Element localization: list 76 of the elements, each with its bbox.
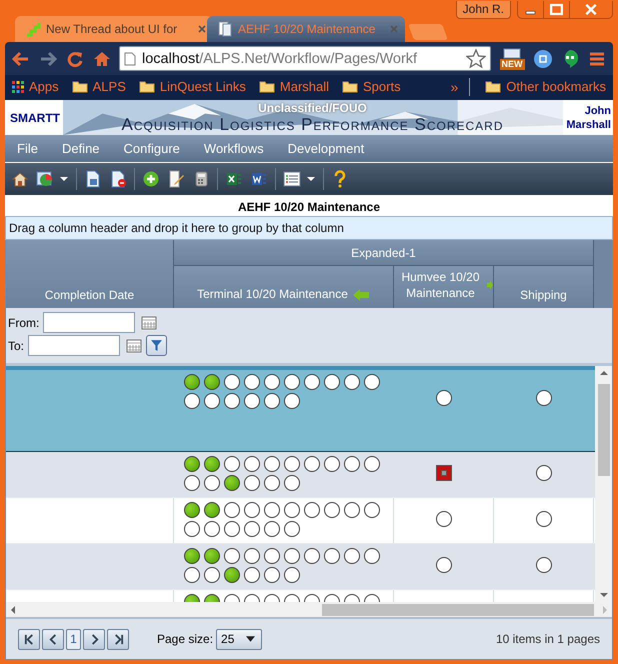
table-row[interactable] — [6, 370, 595, 452]
filter-button[interactable] — [146, 335, 168, 356]
delete-document-icon[interactable] — [109, 170, 127, 188]
pie-chart-icon[interactable] — [36, 170, 54, 188]
next-page-button[interactable] — [83, 628, 105, 650]
star-icon[interactable] — [466, 48, 486, 68]
folder-icon — [72, 80, 88, 93]
address-bar[interactable]: localhost/ALPS.Net/Workflow/Pages/Workf — [119, 46, 491, 71]
last-page-icon — [112, 634, 124, 644]
menu-item[interactable]: File — [17, 141, 38, 156]
add-icon[interactable] — [142, 170, 160, 188]
bookmark-link[interactable]: ALPS — [92, 79, 126, 94]
column-header[interactable]: Completion Date — [6, 240, 174, 308]
menu-item[interactable]: Define — [62, 141, 100, 156]
steps-icon — [25, 21, 41, 37]
scroll-down-icon[interactable] — [600, 592, 608, 598]
first-page-button[interactable] — [18, 628, 40, 650]
url-text: localhost/ALPS.Net/Workflow/Pages/Workf — [142, 50, 418, 66]
command-icon[interactable] — [533, 48, 553, 68]
column-header[interactable]: Shipping — [494, 266, 594, 308]
profile-button[interactable]: John R. — [456, 1, 511, 19]
classification-label: Unclassified/FOUO — [258, 102, 367, 115]
bookmark-link[interactable]: Sports — [363, 79, 401, 94]
filter-icon — [150, 339, 164, 352]
column-header[interactable]: Humvee 10/20 Maintenance — [394, 266, 494, 308]
last-page-button[interactable] — [107, 628, 129, 650]
page-size-dropdown[interactable]: 25 — [216, 628, 262, 650]
first-page-icon — [24, 634, 34, 644]
scroll-up-icon[interactable] — [600, 370, 608, 376]
document-icon — [217, 21, 233, 37]
vertical-scrollbar[interactable] — [595, 366, 612, 602]
app-brand: SMARTT — [10, 110, 60, 124]
pager-summary: 10 items in 1 pages — [496, 632, 600, 646]
to-date-field[interactable] — [28, 335, 120, 356]
scroll-left-icon[interactable] — [10, 606, 16, 614]
page-icon — [124, 52, 136, 66]
document-icon[interactable] — [250, 170, 268, 188]
from-date-field[interactable] — [43, 312, 136, 333]
previous-page-button[interactable] — [42, 628, 64, 650]
folder-icon — [138, 80, 155, 93]
folder-icon — [342, 80, 358, 93]
horizontal-scrollbar[interactable] — [6, 602, 612, 617]
calendar-icon[interactable] — [141, 316, 158, 330]
from-label: From: — [8, 316, 40, 330]
save-icon[interactable] — [84, 170, 102, 188]
apps-grid-icon[interactable] — [12, 80, 24, 92]
list-icon[interactable] — [283, 170, 301, 188]
chevron-left-icon — [48, 634, 58, 644]
page-number-button[interactable]: 1 — [66, 628, 81, 650]
user-name: John Marshall — [565, 104, 612, 132]
menu-item[interactable]: Workflows — [204, 141, 264, 156]
home-icon[interactable] — [11, 170, 29, 188]
new-badge: NEW — [500, 59, 524, 70]
to-label: To: — [8, 338, 24, 352]
bookmark-link[interactable]: Other bookmarks — [506, 79, 606, 94]
edit-icon[interactable] — [167, 170, 185, 188]
bookmark-link[interactable]: Apps — [29, 79, 59, 94]
caret-icon[interactable] — [306, 174, 316, 184]
folder-icon — [258, 80, 275, 93]
bookmark-link[interactable]: Marshall — [280, 79, 330, 94]
menu-item[interactable]: Configure — [124, 141, 180, 156]
column-group-header: Expanded-1 — [174, 240, 594, 266]
page-size-label: Page size: — [157, 632, 214, 646]
bookmark-link[interactable]: LinQuest Links — [160, 79, 246, 94]
group-panel: Drag a column header and drop it here to group by that column — [5, 216, 613, 240]
caret-icon — [246, 636, 256, 642]
window-icon — [501, 47, 523, 59]
caret-icon[interactable] — [59, 174, 69, 184]
calendar-icon[interactable] — [126, 338, 142, 352]
spreadsheet-icon[interactable] — [225, 170, 243, 188]
folder-icon — [485, 80, 502, 93]
close-icon[interactable] — [197, 24, 207, 34]
bookmarks-overflow[interactable]: » — [450, 78, 458, 94]
grid-title: AEHF 10/20 Maintenance — [236, 199, 382, 216]
column-header[interactable]: Terminal 10/20 Maintenance — [174, 266, 394, 308]
menu-item[interactable]: Development — [288, 141, 364, 156]
